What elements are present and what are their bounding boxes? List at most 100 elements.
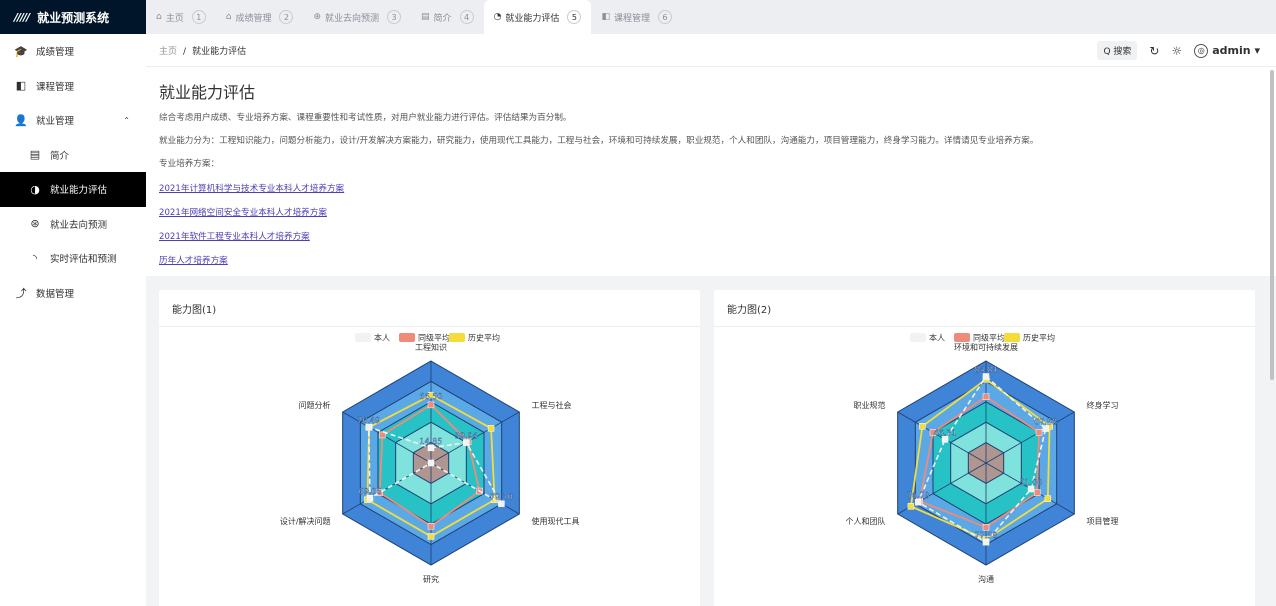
legend-swatch	[399, 333, 415, 342]
data-point	[982, 393, 990, 400]
indicator-label: 沟通	[978, 574, 994, 584]
tab-4[interactable]: ◔ 就业能力评估 5	[483, 0, 592, 34]
plans-heading: 专业培养方案：	[159, 159, 220, 169]
data-point	[427, 459, 435, 467]
legend-label: 历史平均	[1023, 333, 1055, 343]
ability-description: 就业能力分为：工程知识能力，问题分析能力，设计/开发解决方案能力，研究能力，使用…	[159, 136, 1039, 146]
sidebar-item-2[interactable]: 👤 就业管理 ⌃	[0, 103, 146, 138]
graduation-cap-icon: 🎓	[14, 44, 28, 58]
legend-label: 同级平均	[418, 333, 450, 343]
tab-2[interactable]: ⊕ 就业去向预测 3	[303, 0, 411, 34]
data-point	[1033, 489, 1041, 496]
chart-title: 能力图(2)	[714, 290, 1255, 327]
sidebar-item-6[interactable]: ◝ 实时评估和预测	[0, 241, 146, 276]
radar-card-2: 能力图(2) 环境和可持续发展 终身学习 项目管理 沟通 个人和团队 职业规范 84.84 6…	[714, 290, 1255, 606]
legend-label: 同级平均	[973, 333, 1005, 343]
data-point	[427, 401, 435, 409]
refresh-icon[interactable]: ↻	[1149, 44, 1159, 58]
scrollbar[interactable]	[1270, 70, 1274, 380]
search-button[interactable]: Q 搜索	[1097, 41, 1138, 60]
tab-label: 就业能力评估	[505, 13, 560, 24]
data-label: 39.94	[455, 432, 478, 441]
legend-label: 历史平均	[468, 333, 500, 343]
sidebar-item-1[interactable]: ◧ 课程管理	[0, 69, 146, 104]
upload-icon: ⤴	[15, 286, 27, 300]
tab-number: 6	[657, 10, 672, 24]
search-icon: Q	[1103, 47, 1111, 57]
grad-icon: ⌂	[225, 12, 232, 22]
sidebar-item-3[interactable]: ▤ 简介	[0, 138, 146, 173]
tab-1[interactable]: ⌂ 成绩管理 2	[216, 0, 304, 34]
theme-toggle-icon[interactable]: ☼	[1171, 44, 1182, 58]
indicator-label: 研究	[423, 574, 439, 584]
sidebar-item-label: 就业管理	[36, 116, 75, 128]
indicator-label: 终身学习	[1086, 400, 1118, 410]
plan-link-cs[interactable]: 2021年计算机科学与技术专业本科人才培养方案	[159, 182, 1263, 194]
indicator-label: 环境和可持续发展	[954, 342, 1018, 352]
sidebar-item-4[interactable]: ◑ 就业能力评估	[0, 172, 146, 207]
indicator-label: 职业规范	[854, 400, 886, 410]
sidebar-item-label: 数据管理	[36, 288, 75, 300]
plan-link-history[interactable]: 历年人才培养方案	[159, 254, 1263, 266]
data-label: 84.84	[975, 365, 998, 374]
user-menu[interactable]: admin ▾	[1212, 44, 1260, 57]
forecast-icon: ⊛	[30, 217, 40, 231]
indicator-label: 设计/解决问题	[280, 516, 331, 526]
tab-number: 2	[279, 10, 294, 24]
indicator-label: 个人和团队	[846, 516, 886, 526]
breadcrumb-current: 就业能力评估	[192, 46, 247, 57]
sidebar-item-0[interactable]: 🎓 成绩管理	[0, 34, 146, 69]
indicator-label: 工程与社会	[531, 400, 571, 410]
sidebar-item-5[interactable]: ⊛ 就业去向预测	[0, 207, 146, 242]
plan-link-security[interactable]: 2021年网络空间安全专业本科人才培养方案	[159, 206, 1263, 218]
sidebar: 🎓 成绩管理 ◧ 课程管理 👤 就业管理 ⌃ ▤ 简介 ◑ 就业能力评估 ⊛ 就业去向预测 ◝ 实时评估和预…	[0, 34, 146, 606]
search-label: 搜索	[1113, 47, 1132, 57]
sidebar-item-label: 实时评估和预测	[50, 254, 117, 266]
page-title: 就业能力评估	[159, 83, 256, 102]
tab-bar: ⌂ 主页 1 ⌂ 成绩管理 2 ⊕ 就业去向预测 3 ▤ 简介 4 ◔ 就业能力评估 5 ◧ 课程管理 6	[146, 0, 1276, 34]
intro-paragraph: 综合考虑用户成绩、专业培养方案、课程重要性和考试性质，对用户就业能力进行评估。评…	[159, 113, 572, 123]
tab-0[interactable]: ⌂ 主页 1	[146, 0, 216, 34]
forecast-icon: ⊕	[313, 12, 322, 22]
data-point	[487, 425, 495, 432]
legend-swatch	[449, 333, 465, 342]
tab-label: 就业去向预测	[325, 13, 380, 24]
app-title: 就业预测系统	[37, 10, 110, 25]
data-label: 14.85	[420, 437, 443, 446]
avatar[interactable]: ◎	[1194, 43, 1209, 58]
breadcrumb-separator: /	[183, 46, 187, 57]
doc-icon: ▤	[29, 148, 41, 162]
data-label: 46.31	[934, 428, 957, 437]
data-point	[1044, 495, 1052, 502]
tab-3[interactable]: ▤ 简介 4	[411, 0, 484, 34]
indicator-label: 使用现代工具	[531, 516, 579, 526]
radar-card-1: 能力图(1) 工程知识 工程与社会 使用现代工具 研究 设计/解决问题 问题分析 14.85…	[159, 290, 700, 606]
sidebar-item-7[interactable]: ⤴ 数据管理	[0, 276, 146, 311]
doc-icon: ▤	[421, 12, 430, 22]
tab-label: 课程管理	[613, 13, 650, 24]
logo-icon: /////	[14, 10, 30, 24]
data-point	[907, 503, 915, 510]
data-label: 67.58	[1034, 418, 1057, 427]
tab-label: 主页	[165, 13, 184, 24]
data-label: 69.06	[359, 487, 382, 496]
user-icon: 👤	[14, 113, 28, 127]
data-point	[427, 522, 435, 530]
tab-number: 4	[459, 10, 474, 24]
chart-title: 能力图(1)	[159, 290, 700, 327]
spinner-icon: ◝	[32, 251, 38, 265]
sidebar-item-label: 就业能力评估	[50, 185, 108, 197]
intro-panel: 就业能力评估 综合考虑用户成绩、专业培养方案、课程重要性和考试性质，对用户就业能…	[146, 67, 1276, 276]
breadcrumb-home[interactable]: 主页	[159, 47, 177, 57]
app-logo[interactable]: ///// 就业预测系统	[0, 0, 146, 34]
tab-5[interactable]: ◧ 课程管理 6	[591, 0, 682, 34]
indicator-label: 工程知识	[415, 342, 447, 352]
data-point	[427, 533, 435, 540]
plan-link-se[interactable]: 2021年软件工程专业本科人才培养方案	[159, 230, 1263, 242]
breadcrumb: 主页 / 就业能力评估	[159, 44, 246, 57]
legend-swatch	[355, 333, 371, 342]
legend-label: 本人	[374, 333, 390, 343]
sidebar-item-label: 简介	[50, 150, 70, 162]
data-point	[1035, 429, 1043, 436]
data-label: 77.58	[975, 531, 998, 540]
